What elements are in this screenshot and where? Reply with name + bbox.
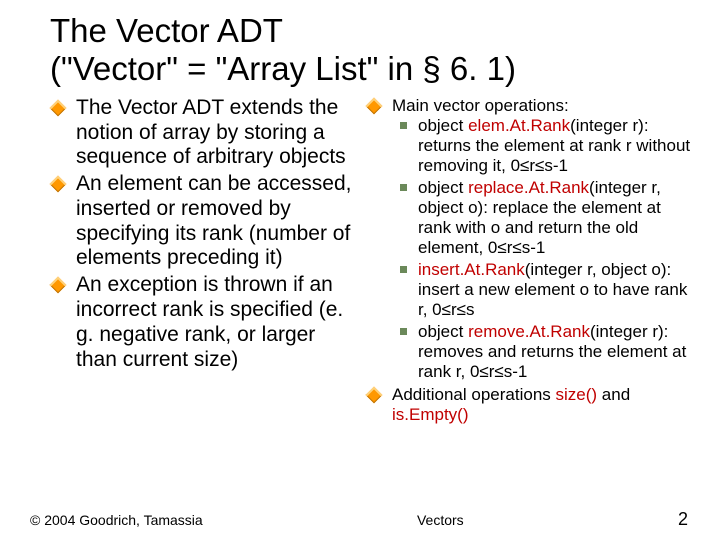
sub-bullet-4: object remove.At.Rank(integer r): remove… <box>396 322 692 382</box>
sub-bullet-2: object replace.At.Rank(integer r, object… <box>396 178 692 258</box>
op-name: replace.At.Rank <box>468 178 589 197</box>
right-column: Main vector operations: object elem.At.R… <box>366 96 692 427</box>
bullet-text: The Vector ADT extends the notion of arr… <box>76 96 346 169</box>
bullet-text: An element can be accessed, inserted or … <box>76 172 352 269</box>
page-number: 2 <box>678 509 688 530</box>
left-bullet-1: The Vector ADT extends the notion of arr… <box>50 96 360 170</box>
sub-bullet-1: object elem.At.Rank(integer r): returns … <box>396 116 692 176</box>
sub-bullet-list: object elem.At.Rank(integer r): returns … <box>396 116 692 383</box>
sub-text: object replace.At.Rank(integer r, object… <box>418 178 661 257</box>
footer: © 2004 Goodrich, Tamassia Vectors 2 <box>30 509 688 530</box>
op-name: size() <box>556 385 598 404</box>
op-name: insert.At.Rank <box>418 260 525 279</box>
title-line-2: ("Vector" = "Array List" in § 6. 1) <box>50 50 516 87</box>
sub-text: object elem.At.Rank(integer r): returns … <box>418 116 690 175</box>
text-frag: object <box>418 116 468 135</box>
bullet-text: Main vector operations: <box>392 96 569 115</box>
right-bullet-2: Additional operations size() and is.Empt… <box>366 385 692 425</box>
op-name: is.Empty() <box>392 405 469 424</box>
text-frag: Additional operations <box>392 385 556 404</box>
sub-text: object remove.At.Rank(integer r): remove… <box>418 322 686 381</box>
left-bullet-list: The Vector ADT extends the notion of arr… <box>50 96 360 372</box>
slide-title: The Vector ADT ("Vector" = "Array List" … <box>50 12 692 88</box>
sub-text: insert.At.Rank(integer r, object o): ins… <box>418 260 687 319</box>
footer-center: Vectors <box>203 512 678 528</box>
left-bullet-2: An element can be accessed, inserted or … <box>50 172 360 271</box>
text-frag: object <box>418 178 468 197</box>
text-frag: and <box>597 385 630 404</box>
op-name: remove.At.Rank <box>468 322 590 341</box>
slide: The Vector ADT ("Vector" = "Array List" … <box>0 0 720 540</box>
bullet-text: Additional operations size() and is.Empt… <box>392 385 630 424</box>
title-line-1: The Vector ADT <box>50 12 283 49</box>
right-bullet-list: Main vector operations: object elem.At.R… <box>366 96 692 425</box>
left-bullet-3: An exception is thrown if an incorrect r… <box>50 273 360 372</box>
left-column: The Vector ADT extends the notion of arr… <box>50 96 360 427</box>
sub-bullet-3: insert.At.Rank(integer r, object o): ins… <box>396 260 692 320</box>
content-columns: The Vector ADT extends the notion of arr… <box>50 96 692 427</box>
right-bullet-1: Main vector operations: object elem.At.R… <box>366 96 692 383</box>
bullet-text: An exception is thrown if an incorrect r… <box>76 273 343 370</box>
text-frag: object <box>418 322 468 341</box>
op-name: elem.At.Rank <box>468 116 570 135</box>
copyright-text: © 2004 Goodrich, Tamassia <box>30 512 203 528</box>
